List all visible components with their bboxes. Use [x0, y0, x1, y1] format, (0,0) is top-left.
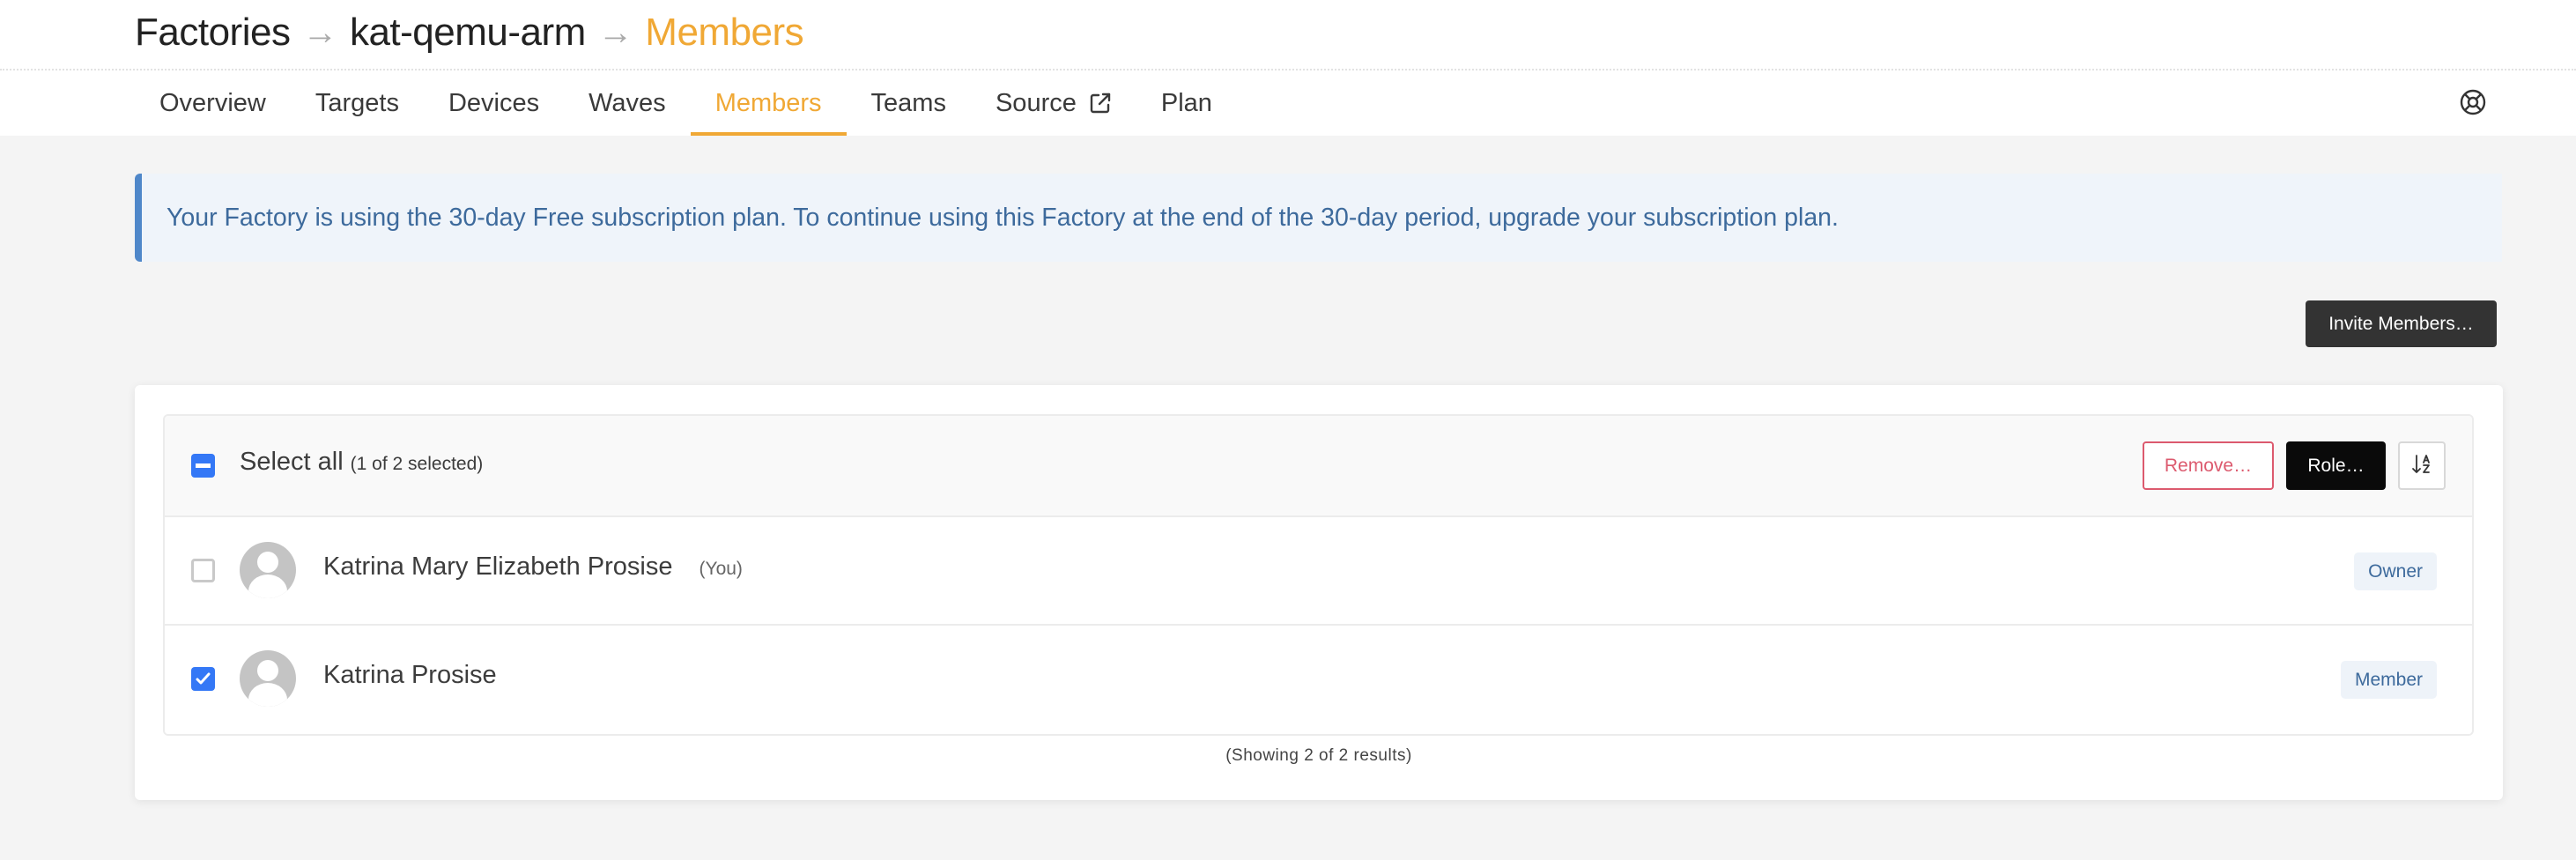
member-name-text: Katrina Prosise	[323, 661, 497, 689]
external-link-icon	[1089, 92, 1112, 115]
select-all-label[interactable]: Select all (1 of 2 selected)	[240, 448, 483, 483]
members-card: Select all (1 of 2 selected) Remove… Rol…	[135, 385, 2503, 800]
tab-plan[interactable]: Plan	[1136, 70, 1237, 136]
member-name-text: Katrina Mary Elizabeth Prosise	[323, 552, 673, 581]
member-checkbox[interactable]	[191, 559, 215, 582]
tab-teams[interactable]: Teams	[847, 70, 971, 136]
breadcrumb-separator: →	[597, 12, 633, 52]
member-checkbox[interactable]	[191, 667, 215, 691]
user-silhouette-icon	[248, 552, 287, 598]
user-silhouette-icon	[248, 660, 287, 707]
list-header: Select all (1 of 2 selected) Remove… Rol…	[165, 416, 2472, 517]
avatar	[240, 650, 296, 707]
tab-label: Targets	[315, 88, 399, 117]
results-count: (Showing 2 of 2 results)	[1225, 746, 1412, 765]
tab-bar: Overview Targets Devices Waves Members T…	[135, 70, 1237, 136]
role-button[interactable]: Role…	[2286, 441, 2386, 490]
remove-button[interactable]: Remove…	[2143, 441, 2274, 490]
breadcrumb: Factories → kat-qemu-arm → Members	[135, 5, 804, 60]
sort-alpha-icon	[2410, 453, 2433, 478]
tab-source[interactable]: Source	[971, 70, 1136, 136]
member-row[interactable]: Katrina Mary Elizabeth Prosise (You) Own…	[165, 517, 2472, 626]
bulk-actions: Remove… Role…	[2143, 441, 2446, 490]
member-name: Katrina Prosise	[323, 661, 497, 690]
member-name: Katrina Mary Elizabeth Prosise (You)	[323, 552, 743, 582]
tab-waves[interactable]: Waves	[564, 70, 691, 136]
select-all-text: Select all	[240, 448, 344, 476]
lifebuoy-icon[interactable]	[2460, 89, 2486, 115]
breadcrumb-factory-name[interactable]: kat-qemu-arm	[350, 11, 586, 55]
role-badge: Member	[2340, 661, 2437, 699]
sort-button[interactable]	[2398, 441, 2446, 490]
tab-label: Devices	[448, 88, 540, 117]
banner-text: Your Factory is using the 30-day Free su…	[167, 203, 1839, 232]
tab-label: Teams	[870, 88, 946, 117]
members-list: Select all (1 of 2 selected) Remove… Rol…	[163, 414, 2474, 736]
selection-count: (1 of 2 selected)	[350, 454, 484, 474]
tab-targets[interactable]: Targets	[291, 70, 424, 136]
invite-members-button[interactable]: Invite Members…	[2306, 300, 2497, 347]
tab-label: Plan	[1160, 88, 1212, 117]
tab-label: Source	[995, 88, 1077, 117]
member-row[interactable]: Katrina Prosise Member	[165, 626, 2472, 734]
tab-devices[interactable]: Devices	[424, 70, 564, 136]
top-header: Factories → kat-qemu-arm → Members Overv…	[0, 0, 2576, 136]
tab-label: Waves	[588, 88, 666, 117]
role-badge: Owner	[2354, 552, 2437, 590]
tab-members[interactable]: Members	[690, 70, 847, 136]
tab-label: Members	[714, 88, 822, 117]
you-indicator: (You)	[699, 559, 743, 579]
breadcrumb-factories[interactable]: Factories	[135, 11, 291, 55]
tab-label: Overview	[159, 88, 266, 117]
avatar	[240, 542, 296, 598]
breadcrumb-current-page: Members	[645, 11, 804, 54]
checkmark-icon	[196, 672, 211, 685]
select-all-checkbox[interactable]	[191, 454, 215, 478]
subscription-banner: Your Factory is using the 30-day Free su…	[135, 174, 2502, 262]
tab-overview[interactable]: Overview	[135, 70, 291, 136]
breadcrumb-separator: →	[302, 12, 337, 52]
